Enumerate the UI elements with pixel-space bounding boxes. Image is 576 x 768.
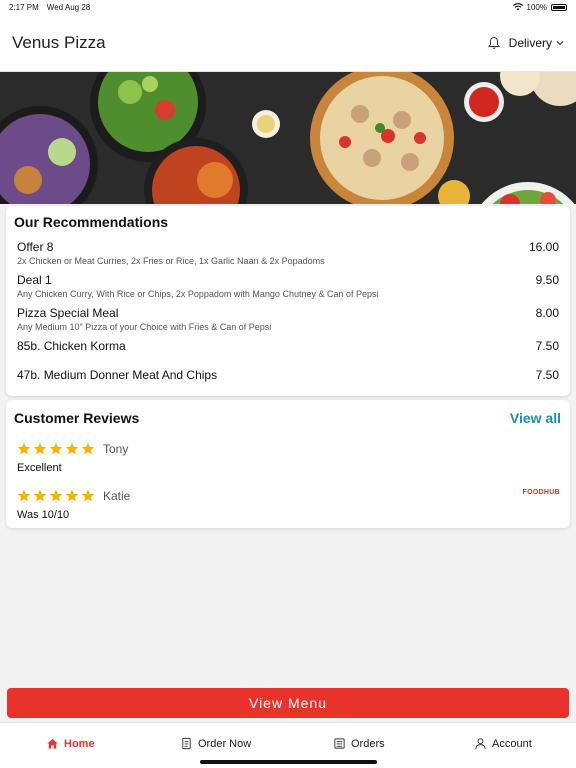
hero-banner-image — [0, 72, 576, 204]
tab-order-now[interactable]: Order Now — [180, 737, 251, 750]
recommendation-item[interactable]: Deal 1 Any Chicken Curry, With Rice or C… — [17, 273, 559, 299]
item-price: 16.00 — [528, 240, 559, 254]
star-icon — [33, 442, 47, 455]
delivery-label: Delivery — [508, 35, 552, 50]
delivery-mode-select[interactable]: Delivery — [509, 36, 564, 50]
review-text: Was 10/10 — [17, 509, 70, 521]
item-price: 9.50 — [535, 273, 559, 287]
status-time: 2:17 PM — [9, 2, 39, 12]
recommendation-item[interactable]: Offer 8 2x Chicken or Meat Curries, 2x F… — [17, 240, 559, 266]
review-item: Katie Was 10/10 — [17, 489, 559, 521]
reviewer-name: Katie — [103, 489, 131, 503]
view-all-reviews-link[interactable]: View all — [510, 410, 561, 426]
tab-label: Home — [64, 737, 95, 750]
home-indicator — [200, 760, 377, 764]
item-description: Any Medium 10" Pizza of your Choice with… — [17, 322, 272, 332]
item-price: 7.50 — [535, 339, 559, 353]
item-name: Offer 8 — [17, 240, 54, 254]
star-icon — [49, 442, 63, 455]
tab-label: Orders — [351, 737, 385, 750]
item-name: 47b. Medium Donner Meat And Chips — [17, 368, 218, 382]
review-item: Tony Excellent — [17, 442, 559, 474]
orders-list-icon — [334, 738, 345, 749]
app-header: Venus Pizza Delivery — [0, 14, 576, 72]
item-price: 7.50 — [535, 368, 559, 382]
battery-percent: 100% — [526, 2, 547, 12]
star-icon — [65, 442, 79, 455]
review-text: Excellent — [17, 462, 62, 474]
status-right: 100% — [512, 2, 567, 12]
chevron-down-icon — [556, 40, 564, 45]
item-description: Any Chicken Curry, With Rice or Chips, 2… — [17, 289, 379, 299]
foodhub-logo: FOODHUB — [522, 489, 560, 496]
view-menu-button[interactable]: View Menu — [7, 688, 569, 718]
star-rating: Tony — [17, 442, 559, 456]
item-name: 85b. Chicken Korma — [17, 339, 126, 353]
star-icon — [65, 489, 79, 502]
item-name: Pizza Special Meal — [17, 306, 119, 320]
battery-icon — [551, 3, 567, 11]
food-photo-illustration — [0, 72, 576, 204]
customer-reviews-card: Customer Reviews View all Tony Excellent… — [6, 400, 570, 528]
restaurant-title: Venus Pizza — [12, 32, 106, 52]
bell-icon[interactable] — [487, 36, 501, 50]
star-icon — [17, 489, 31, 502]
star-icon — [81, 442, 95, 455]
status-date: Wed Aug 28 — [46, 2, 91, 12]
tab-label: Order Now — [198, 737, 252, 750]
recommendations-title: Our Recommendations — [14, 214, 169, 230]
recommendation-item[interactable]: 47b. Medium Donner Meat And Chips 7.50 — [17, 368, 559, 382]
recommendations-card: Our Recommendations Offer 8 2x Chicken o… — [6, 206, 570, 396]
star-icon — [49, 489, 63, 502]
recommendation-item[interactable]: Pizza Special Meal Any Medium 10" Pizza … — [17, 306, 559, 332]
order-icon — [182, 737, 191, 750]
star-icon — [33, 489, 47, 502]
reviewer-name: Tony — [103, 442, 129, 456]
recommendation-item[interactable]: 85b. Chicken Korma 7.50 — [17, 339, 559, 353]
tab-label: Account — [492, 737, 532, 750]
star-rating: Katie — [17, 489, 559, 503]
star-icon — [81, 489, 95, 502]
item-price: 8.00 — [535, 306, 559, 320]
home-icon — [47, 738, 58, 749]
tab-orders[interactable]: Orders — [333, 737, 385, 750]
status-bar: 2:17 PM Wed Aug 28 100% — [0, 0, 576, 14]
tab-account[interactable]: Account — [474, 737, 532, 750]
star-icon — [17, 442, 31, 455]
item-description: 2x Chicken or Meat Curries, 2x Fries or … — [17, 256, 325, 266]
wifi-icon — [512, 3, 523, 11]
item-name: Deal 1 — [17, 273, 52, 287]
reviews-title: Customer Reviews — [14, 410, 140, 426]
user-icon — [475, 738, 486, 750]
tab-home[interactable]: Home — [46, 737, 95, 750]
